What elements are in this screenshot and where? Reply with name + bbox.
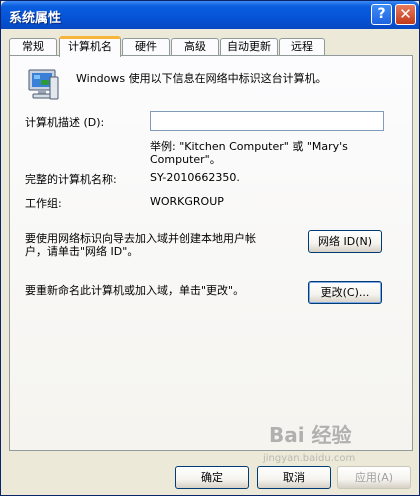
title-bar[interactable]: 系统属性 ? ✕ — [1, 1, 419, 29]
example-text-line2: Computer"。 — [150, 153, 221, 166]
cancel-button[interactable]: 取消 — [257, 466, 331, 489]
system-properties-window: 系统属性 ? ✕ 常规 计算机名 硬件 高级 自动更新 远程 Windows 使… — [0, 0, 420, 496]
network-id-button[interactable]: 网络 ID(N) — [308, 230, 382, 253]
apply-button[interactable]: 应用(A) — [337, 466, 411, 489]
tab-advanced[interactable]: 高级 — [171, 38, 219, 55]
intro-text: Windows 使用以下信息在网络中标识这台计算机。 — [76, 72, 327, 85]
change-button[interactable]: 更改(C)... — [308, 281, 382, 304]
help-icon[interactable]: ? — [371, 4, 392, 25]
workgroup-value: WORKGROUP — [150, 195, 224, 208]
computer-name-panel: Windows 使用以下信息在网络中标识这台计算机。 计算机描述 (D): 举例… — [9, 55, 413, 451]
watermark-logo: Bai 经验 — [269, 423, 352, 447]
tab-remote[interactable]: 远程 — [279, 38, 325, 55]
ok-button[interactable]: 确定 — [175, 466, 249, 489]
description-label: 计算机描述 (D): — [25, 116, 105, 129]
tab-general[interactable]: 常规 — [9, 38, 57, 55]
tab-strip: 常规 计算机名 硬件 高级 自动更新 远程 — [9, 36, 413, 57]
computer-description-input[interactable] — [150, 111, 384, 131]
tab-hardware[interactable]: 硬件 — [122, 38, 170, 55]
tab-computer-name[interactable]: 计算机名 — [59, 36, 121, 57]
tab-automatic-updates[interactable]: 自动更新 — [220, 38, 278, 55]
window-title: 系统属性 — [9, 11, 62, 26]
watermark-url: jingyan.baidu.com — [263, 453, 356, 464]
full-name-label: 完整的计算机名称: — [25, 173, 117, 186]
network-id-text-line2: 户，请单击"网络 ID"。 — [25, 245, 139, 258]
workgroup-label: 工作组: — [25, 197, 62, 210]
computer-icon — [28, 69, 59, 100]
close-icon[interactable]: ✕ — [395, 4, 416, 25]
rename-text: 要重新命名此计算机或加入域，单击"更改"。 — [25, 284, 245, 297]
full-name-value: SY-2010662350. — [150, 171, 240, 184]
